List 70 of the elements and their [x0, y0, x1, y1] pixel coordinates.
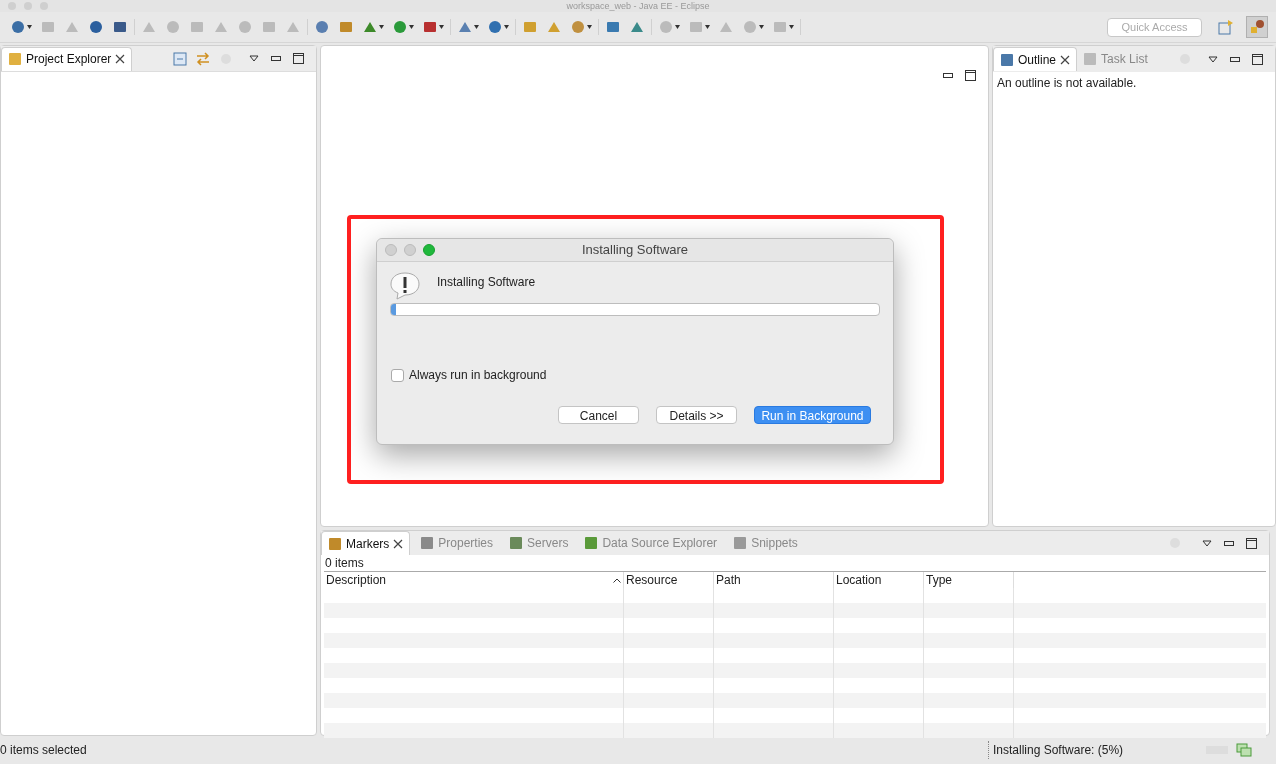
- perspective-icon[interactable]: [1218, 19, 1234, 35]
- dropdown-caret-icon[interactable]: [675, 25, 680, 29]
- tab-icon: [1083, 52, 1098, 66]
- dialog-title: Installing Software: [581, 241, 689, 260]
- dropdown-caret-icon[interactable]: [759, 25, 764, 29]
- dialog-message: Installing Software: [437, 274, 536, 291]
- close-icon[interactable]: [115, 54, 126, 64]
- tab-icon: [8, 52, 22, 66]
- perspective-button[interactable]: [1246, 16, 1268, 38]
- outline-message: An outline is not available.: [996, 75, 1138, 92]
- column-header[interactable]: Resource: [624, 572, 714, 588]
- maximize-icon[interactable]: [293, 53, 304, 64]
- minimize-icon[interactable]: [271, 56, 281, 61]
- window-title: workspace_web - Java EE - Eclipse: [566, 1, 710, 11]
- dropdown-caret-icon[interactable]: [789, 25, 794, 29]
- close-icon[interactable]: [1060, 54, 1071, 65]
- dropdown-caret-icon[interactable]: [504, 25, 509, 29]
- zoom-window-button[interactable]: [423, 244, 435, 256]
- view-tab[interactable]: Project Explorer: [1, 46, 133, 71]
- view-tab[interactable]: Markers: [321, 531, 411, 555]
- dialog-button[interactable]: Cancel: [558, 406, 639, 424]
- progress-view-icon[interactable]: [1236, 743, 1252, 757]
- progress-status[interactable]: Installing Software: (5%): [993, 741, 1206, 759]
- alert-icon: [389, 271, 421, 301]
- toolbar-icon[interactable]: [605, 19, 621, 35]
- tab-icon: [328, 536, 342, 551]
- minimize-icon[interactable]: [1230, 56, 1240, 62]
- dropdown-caret-icon[interactable]: [409, 25, 414, 29]
- toolbar-icon[interactable]: [338, 19, 354, 35]
- view-tab[interactable]: Outline: [993, 47, 1078, 71]
- sort-caret-icon: [613, 577, 621, 583]
- toolbar-icon[interactable]: [112, 19, 128, 35]
- minimize-icon[interactable]: [943, 73, 953, 78]
- dropdown-caret-icon[interactable]: [379, 25, 384, 29]
- items-count: 0 items: [324, 555, 365, 571]
- view-menu-icon[interactable]: [1202, 539, 1212, 547]
- dropdown-caret-icon[interactable]: [27, 25, 32, 29]
- checkbox-label: Always run in background: [409, 367, 547, 384]
- toolbar-icon[interactable]: [487, 19, 503, 35]
- maximize-icon[interactable]: [1252, 53, 1263, 65]
- dropdown-caret-icon[interactable]: [439, 25, 444, 29]
- column-header[interactable]: Location: [834, 572, 924, 588]
- column-header[interactable]: Path: [714, 572, 834, 588]
- toolbar-icon[interactable]: [10, 19, 26, 35]
- tab-icon: [509, 536, 524, 550]
- toolbar-icon[interactable]: [88, 19, 104, 35]
- view-menu-icon[interactable]: [1208, 55, 1218, 63]
- quick-access-field[interactable]: Quick Access: [1107, 17, 1202, 37]
- dropdown-caret-icon[interactable]: [474, 25, 479, 29]
- tab-icon: [1000, 52, 1014, 67]
- java-ee-icon: [1249, 19, 1265, 35]
- checkbox[interactable]: [391, 368, 404, 382]
- tab-icon: [733, 536, 748, 550]
- dialog-button[interactable]: Details >>: [656, 406, 737, 424]
- collapse-all-icon[interactable]: [173, 51, 187, 66]
- maximize-icon[interactable]: [965, 70, 976, 81]
- toolbar-icon[interactable]: [422, 19, 438, 35]
- view-menu-icon[interactable]: [249, 55, 259, 62]
- toolbar-icon[interactable]: [314, 19, 330, 35]
- close-icon[interactable]: [393, 538, 404, 549]
- minimize-icon[interactable]: [1224, 540, 1234, 546]
- link-editor-icon[interactable]: [195, 51, 211, 66]
- column-header[interactable]: Type: [924, 572, 1014, 588]
- dropdown-caret-icon[interactable]: [705, 25, 710, 29]
- column-header[interactable]: Description: [324, 572, 624, 588]
- dropdown-caret-icon[interactable]: [587, 25, 592, 29]
- tab-icon: [420, 536, 435, 550]
- status-text: 0 items selected: [0, 742, 88, 759]
- maximize-icon[interactable]: [1246, 537, 1257, 549]
- tab-icon: [584, 536, 599, 550]
